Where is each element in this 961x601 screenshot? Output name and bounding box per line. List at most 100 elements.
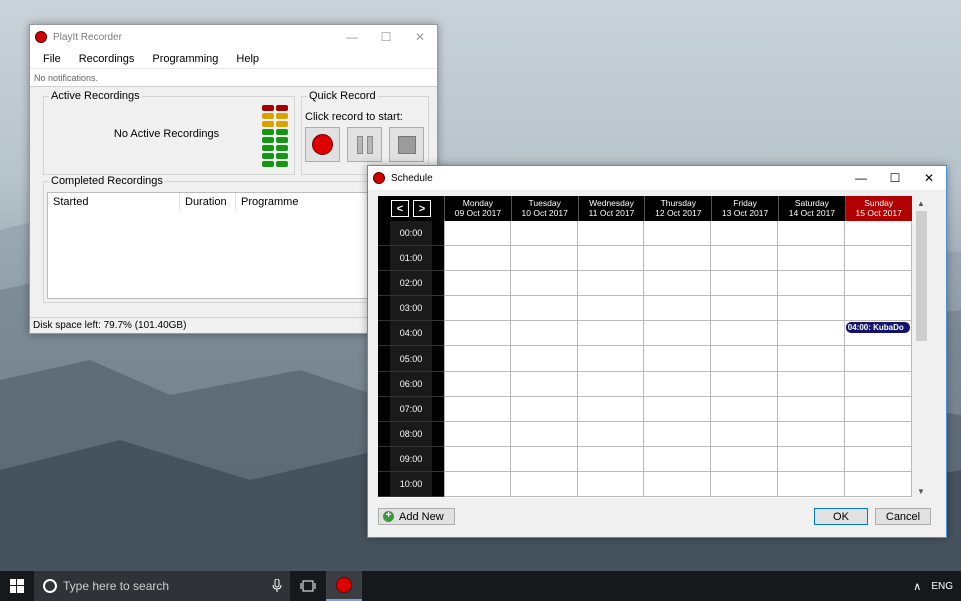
schedule-slot[interactable] bbox=[577, 346, 645, 372]
stop-button[interactable] bbox=[389, 127, 424, 162]
schedule-scrollbar[interactable]: ▲ ▼ bbox=[914, 196, 928, 498]
schedule-slot[interactable] bbox=[510, 446, 578, 472]
schedule-slot[interactable] bbox=[444, 421, 511, 447]
schedule-slot[interactable] bbox=[711, 421, 778, 447]
schedule-slot[interactable] bbox=[777, 396, 845, 422]
schedule-slot[interactable] bbox=[577, 471, 645, 498]
schedule-slot[interactable] bbox=[777, 446, 845, 472]
schedule-slot[interactable] bbox=[777, 346, 845, 372]
schedule-slot[interactable] bbox=[777, 371, 845, 397]
schedule-slot[interactable] bbox=[644, 471, 712, 498]
schedule-slot[interactable] bbox=[777, 421, 845, 447]
schedule-slot[interactable] bbox=[644, 221, 712, 247]
close-button[interactable]: ✕ bbox=[403, 25, 437, 49]
menu-file[interactable]: File bbox=[34, 53, 70, 65]
schedule-slot[interactable] bbox=[510, 396, 578, 422]
schedule-slot[interactable] bbox=[444, 246, 511, 272]
schedule-slot[interactable] bbox=[577, 271, 645, 297]
language-indicator[interactable]: ENG bbox=[931, 581, 953, 592]
schedule-slot[interactable] bbox=[510, 421, 578, 447]
schedule-slot[interactable] bbox=[844, 296, 912, 322]
main-titlebar[interactable]: PlayIt Recorder — ☐ ✕ bbox=[30, 25, 437, 49]
add-new-button[interactable]: + Add New bbox=[378, 508, 455, 525]
schedule-slot[interactable] bbox=[510, 371, 578, 397]
schedule-slot[interactable] bbox=[444, 446, 511, 472]
column-started[interactable]: Started bbox=[48, 193, 180, 211]
schedule-slot[interactable] bbox=[444, 321, 511, 347]
schedule-slot[interactable]: 04:00: KubaDo bbox=[844, 321, 912, 347]
schedule-slot[interactable] bbox=[844, 271, 912, 297]
prev-week-button[interactable]: < bbox=[391, 200, 409, 217]
scroll-up-arrow[interactable]: ▲ bbox=[914, 196, 928, 210]
schedule-slot[interactable] bbox=[444, 221, 511, 247]
schedule-slot[interactable] bbox=[711, 471, 778, 498]
schedule-slot[interactable] bbox=[510, 346, 578, 372]
day-header-saturday[interactable]: Saturday 14 Oct 2017 bbox=[777, 196, 845, 221]
schedule-slot[interactable] bbox=[844, 421, 912, 447]
schedule-slot[interactable] bbox=[844, 471, 912, 498]
schedule-slot[interactable] bbox=[844, 446, 912, 472]
schedule-slot[interactable] bbox=[711, 296, 778, 322]
schedule-slot[interactable] bbox=[444, 396, 511, 422]
schedule-slot[interactable] bbox=[510, 296, 578, 322]
scroll-down-arrow[interactable]: ▼ bbox=[914, 484, 928, 498]
schedule-slot[interactable] bbox=[577, 246, 645, 272]
schedule-slot[interactable] bbox=[444, 346, 511, 372]
day-header-tuesday[interactable]: Tuesday 10 Oct 2017 bbox=[510, 196, 578, 221]
schedule-slot[interactable] bbox=[844, 371, 912, 397]
schedule-slot[interactable] bbox=[577, 371, 645, 397]
day-header-wednesday[interactable]: Wednesday 11 Oct 2017 bbox=[577, 196, 645, 221]
column-duration[interactable]: Duration bbox=[180, 193, 236, 211]
next-week-button[interactable]: > bbox=[413, 200, 431, 217]
schedule-slot[interactable] bbox=[644, 271, 712, 297]
schedule-slot[interactable] bbox=[644, 421, 712, 447]
schedule-slot[interactable] bbox=[644, 396, 712, 422]
cancel-button[interactable]: Cancel bbox=[875, 508, 931, 525]
column-programme[interactable]: Programme bbox=[236, 193, 386, 211]
taskbar-playit-recorder[interactable] bbox=[326, 571, 362, 601]
schedule-slot[interactable] bbox=[777, 221, 845, 247]
schedule-slot[interactable] bbox=[777, 296, 845, 322]
schedule-slot[interactable] bbox=[644, 371, 712, 397]
schedule-slot[interactable] bbox=[577, 421, 645, 447]
schedule-slot[interactable] bbox=[577, 321, 645, 347]
schedule-slot[interactable] bbox=[644, 346, 712, 372]
schedule-slot[interactable] bbox=[844, 246, 912, 272]
schedule-slot[interactable] bbox=[711, 396, 778, 422]
schedule-slot[interactable] bbox=[777, 271, 845, 297]
schedule-slot[interactable] bbox=[777, 321, 845, 347]
day-header-thursday[interactable]: Thursday 12 Oct 2017 bbox=[644, 196, 712, 221]
ok-button[interactable]: OK bbox=[814, 508, 868, 525]
scroll-thumb[interactable] bbox=[916, 211, 927, 341]
microphone-icon[interactable] bbox=[272, 579, 282, 593]
schedule-slot[interactable] bbox=[644, 321, 712, 347]
day-header-sunday[interactable]: Sunday 15 Oct 2017 bbox=[844, 196, 912, 221]
schedule-slot[interactable] bbox=[777, 471, 845, 498]
schedule-slot[interactable] bbox=[644, 296, 712, 322]
schedule-slot[interactable] bbox=[577, 446, 645, 472]
schedule-slot[interactable] bbox=[444, 296, 511, 322]
schedule-slot[interactable] bbox=[577, 296, 645, 322]
schedule-slot[interactable] bbox=[711, 346, 778, 372]
schedule-slot[interactable] bbox=[444, 371, 511, 397]
taskbar-search-box[interactable]: Type here to search bbox=[34, 571, 290, 601]
schedule-slot[interactable] bbox=[711, 446, 778, 472]
schedule-slot[interactable] bbox=[444, 271, 511, 297]
chevron-up-icon[interactable]: ∧ bbox=[913, 580, 921, 593]
schedule-slot[interactable] bbox=[510, 221, 578, 247]
menu-programming[interactable]: Programming bbox=[143, 53, 227, 65]
schedule-slot[interactable] bbox=[844, 221, 912, 247]
schedule-slot[interactable] bbox=[711, 246, 778, 272]
pause-button[interactable] bbox=[347, 127, 382, 162]
day-header-monday[interactable]: Monday 09 Oct 2017 bbox=[444, 196, 511, 221]
task-view-button[interactable] bbox=[290, 571, 326, 601]
schedule-slot[interactable] bbox=[711, 321, 778, 347]
schedule-minimize-button[interactable]: — bbox=[844, 166, 878, 190]
day-header-friday[interactable]: Friday 13 Oct 2017 bbox=[711, 196, 778, 221]
maximize-button[interactable]: ☐ bbox=[369, 25, 403, 49]
schedule-slot[interactable] bbox=[644, 246, 712, 272]
schedule-close-button[interactable]: ✕ bbox=[912, 166, 946, 190]
menu-recordings[interactable]: Recordings bbox=[70, 53, 144, 65]
minimize-button[interactable]: — bbox=[335, 25, 369, 49]
schedule-slot[interactable] bbox=[510, 246, 578, 272]
